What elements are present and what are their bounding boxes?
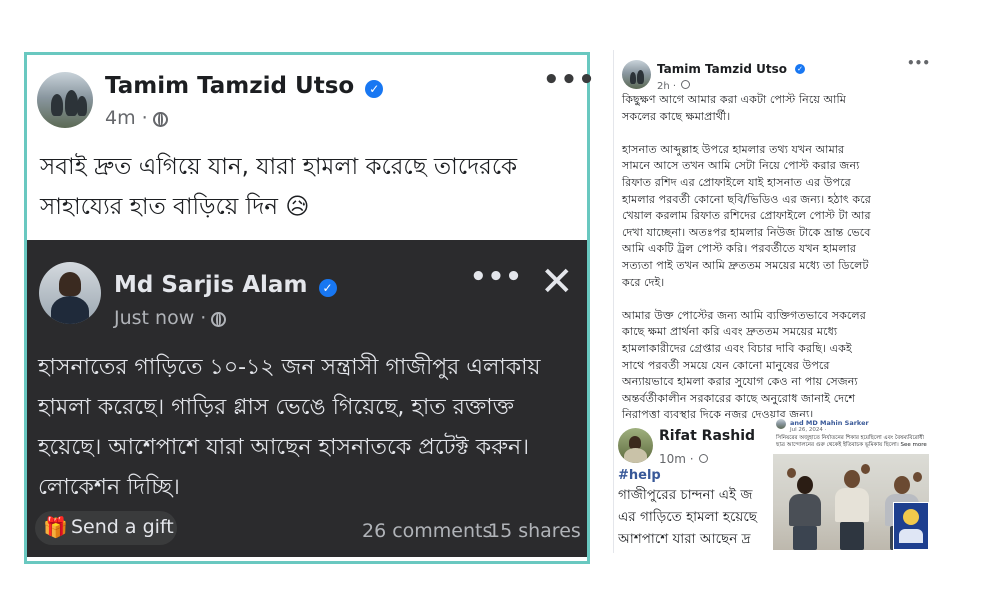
globe-icon	[698, 454, 708, 463]
author-row: Tamim Tamzid Utso ✓	[105, 73, 384, 99]
post-text: সবাই দ্রুত এগিয়ে যান, যারা হামলা করেছে …	[40, 147, 517, 227]
post-meta: 10m ·	[659, 448, 708, 467]
post-text-line: সাহায্যের হাত বাড়িয়ে দিন 😥	[40, 194, 310, 220]
post-time[interactable]: 10m ·	[659, 452, 694, 466]
globe-icon	[211, 312, 227, 327]
post-photo[interactable]	[773, 454, 929, 550]
post-text-line: এর গাড়িতে হামলা হয়েছে	[618, 509, 757, 525]
post-time: Jul 26, 2024 ·	[790, 427, 827, 433]
globe-icon	[152, 112, 168, 127]
post-meta: Just now ·	[114, 307, 227, 329]
post-card-tamim: Tamim Tamzid Utso ✓ 4m · ••• সবাই দ্রুত …	[27, 55, 595, 238]
more-icon[interactable]: •••	[470, 264, 523, 290]
shared-post-card: Md Sarjis Alam ✓ Just now · ••• ✕ হাসনাত…	[27, 240, 587, 557]
post-meta: 4m ·	[105, 107, 168, 129]
close-icon[interactable]: ✕	[540, 262, 574, 302]
post-text-line: হামলা করেছে। গাড়ির গ্লাস ভেঙে গিয়েছে, …	[38, 395, 514, 420]
post-body: কিছুক্ষণ আগে আমার করা একটা পোস্ট নিয়ে আ…	[622, 93, 871, 422]
avatar[interactable]	[37, 72, 93, 128]
send-gift-button[interactable]: 🎁 Send a gift	[35, 511, 177, 545]
author-name[interactable]: Tamim Tamzid Utso	[105, 73, 354, 99]
post-text-line: সবাই দ্রুত এগিয়ে যান, যারা হামলা করেছে …	[40, 154, 518, 180]
verified-icon: ✓	[365, 79, 384, 98]
post-text-line: লোকেশন দিচ্ছি।	[38, 475, 180, 500]
post-time[interactable]: Just now ·	[114, 307, 206, 329]
author-name[interactable]: Rifat Rashid	[659, 428, 755, 444]
post-meta: 2h ·	[657, 74, 691, 93]
author-row: Md Sarjis Alam ✓	[114, 272, 337, 298]
more-icon[interactable]: •••	[907, 56, 930, 70]
verified-icon: ✓	[318, 278, 337, 297]
post-text: সিনিয়রের অজুহাতে নির্যাতনের শিকার হয়েছ…	[776, 435, 927, 448]
rifat-post: Rifat Rashid 10m · #help গাজীপুরের চান্দ…	[616, 422, 776, 552]
post-text-line: হাসনাতের গাড়িতে ১০-১২ জন সন্ত্রাসী গাজী…	[38, 355, 541, 380]
post-text-line: হয়েছে। আশেপাশে যারা আছেন হাসনাতকে প্রটে…	[38, 435, 530, 460]
post-time[interactable]: 4m ·	[105, 107, 148, 129]
inset-badge	[893, 502, 929, 550]
gift-icon: 🎁	[43, 515, 68, 539]
comments-count[interactable]: 26 comments	[362, 520, 492, 542]
shares-count[interactable]: 15 shares	[488, 520, 581, 542]
verified-icon: ✓	[795, 63, 806, 74]
more-icon[interactable]: •••	[543, 67, 596, 93]
post-text: হাসনাতের গাড়িতে ১০-১২ জন সন্ত্রাসী গাজী…	[38, 348, 541, 508]
author-name[interactable]: Md Sarjis Alam	[114, 272, 307, 298]
post-time[interactable]: 2h ·	[657, 81, 676, 92]
hashtag-link[interactable]: #help	[618, 468, 661, 483]
avatar[interactable]	[39, 262, 101, 324]
post-text-line: গাজীপুরের চান্দনা এই জ	[618, 487, 753, 503]
post-text: গাজীপুরের চান্দনা এই জ এর গাড়িতে হামলা …	[618, 484, 774, 550]
globe-icon	[681, 80, 691, 89]
send-gift-label: Send a gift	[71, 516, 174, 538]
post-card-apology: Tamim Tamzid Utso ✓ 2h · ••• কিছুক্ষণ আগ…	[613, 50, 931, 553]
avatar[interactable]	[622, 60, 651, 89]
post-text-line: আশপাশে যারা আছেন দ্র	[618, 531, 751, 547]
embedded-post-header: and MD Mahin Sarker Jul 26, 2024 · সিনিয…	[774, 417, 929, 453]
avatar[interactable]	[618, 428, 653, 463]
author-name[interactable]: and MD Mahin Sarker	[790, 419, 869, 427]
avatar[interactable]	[776, 419, 786, 429]
